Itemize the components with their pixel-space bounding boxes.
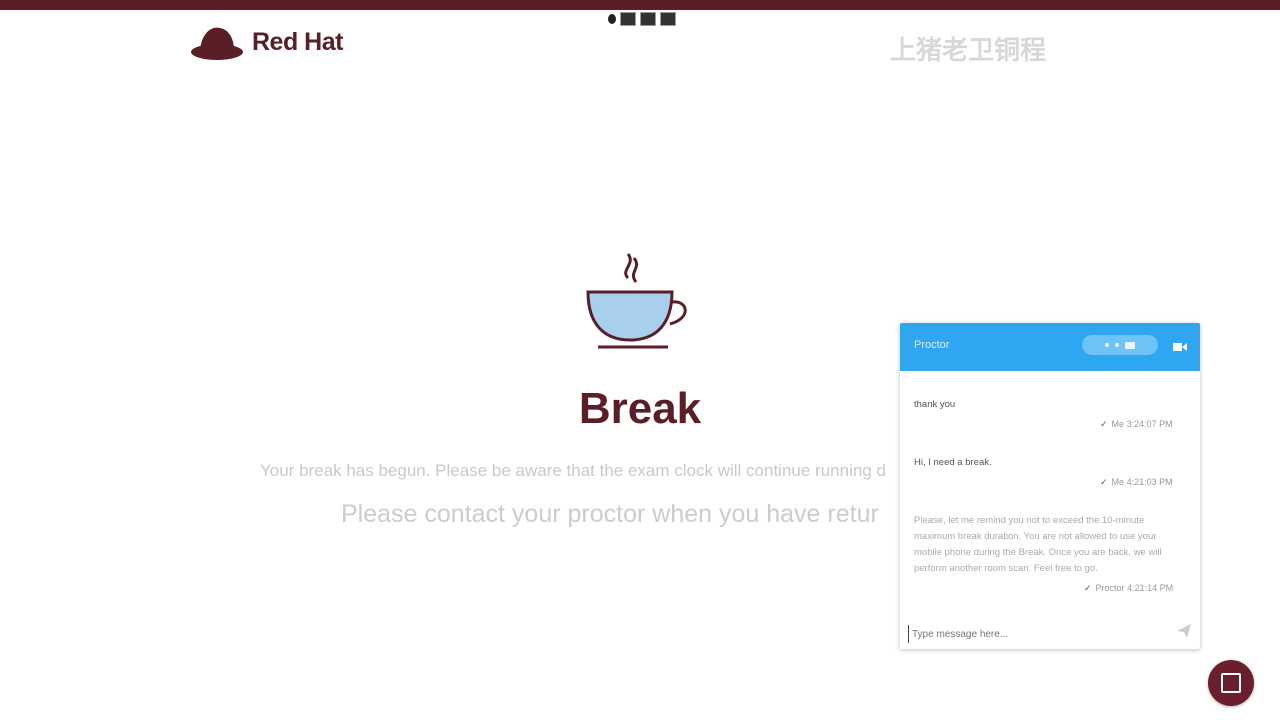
video-camera-icon[interactable] (1173, 340, 1187, 354)
message-input[interactable] (908, 625, 1164, 643)
coffee-cup-icon (586, 253, 687, 349)
camera-thumbnail (660, 12, 676, 26)
status-dot-icon (1115, 343, 1119, 347)
message-meta: ✓ Proctor 4:21:14 PM (1084, 583, 1174, 593)
check-icon: ✓ (1100, 419, 1108, 429)
message-meta: ✓ Me 3:24:07 PM (1100, 419, 1173, 429)
check-icon: ✓ (1100, 477, 1108, 487)
chat-bubble-icon (1221, 673, 1241, 693)
camera-dot-icon (608, 14, 616, 24)
camera-thumbnail (620, 12, 636, 26)
webcam-indicators (608, 12, 676, 26)
break-contact-instruction: Please contact your proctor when you hav… (341, 500, 879, 528)
call-controls[interactable] (1082, 335, 1158, 355)
break-description: Your break has begun. Please be aware th… (260, 461, 886, 480)
chat-message: Please, let me remind you not to exceed … (914, 515, 1162, 574)
top-bar (0, 0, 1280, 10)
check-icon: ✓ (1084, 583, 1092, 593)
brand-name: Red Hat (252, 27, 343, 56)
proctor-chat-panel: Proctor thank you ✓ Me 3:24:07 PM Hi, I n… (900, 323, 1200, 649)
watermark-text: 上猪老卫铜程 (890, 35, 1047, 65)
chat-message: thank you (914, 399, 956, 410)
send-icon[interactable] (1176, 623, 1192, 639)
chat-toggle-button[interactable] (1208, 660, 1254, 706)
chat-message: Hi, I need a break. (914, 457, 992, 468)
screen-icon (1125, 341, 1135, 349)
chat-title: Proctor (914, 339, 950, 351)
watermark: 上猪老卫铜程 (890, 30, 1046, 67)
camera-thumbnail (640, 12, 656, 26)
brand-logo: Red Hat (190, 22, 343, 62)
message-meta: ✓ Me 4:21:03 PM (1100, 477, 1173, 487)
redhat-logo-icon (191, 27, 243, 60)
status-dot-icon (1105, 343, 1109, 347)
chat-header: Proctor (900, 323, 1200, 371)
